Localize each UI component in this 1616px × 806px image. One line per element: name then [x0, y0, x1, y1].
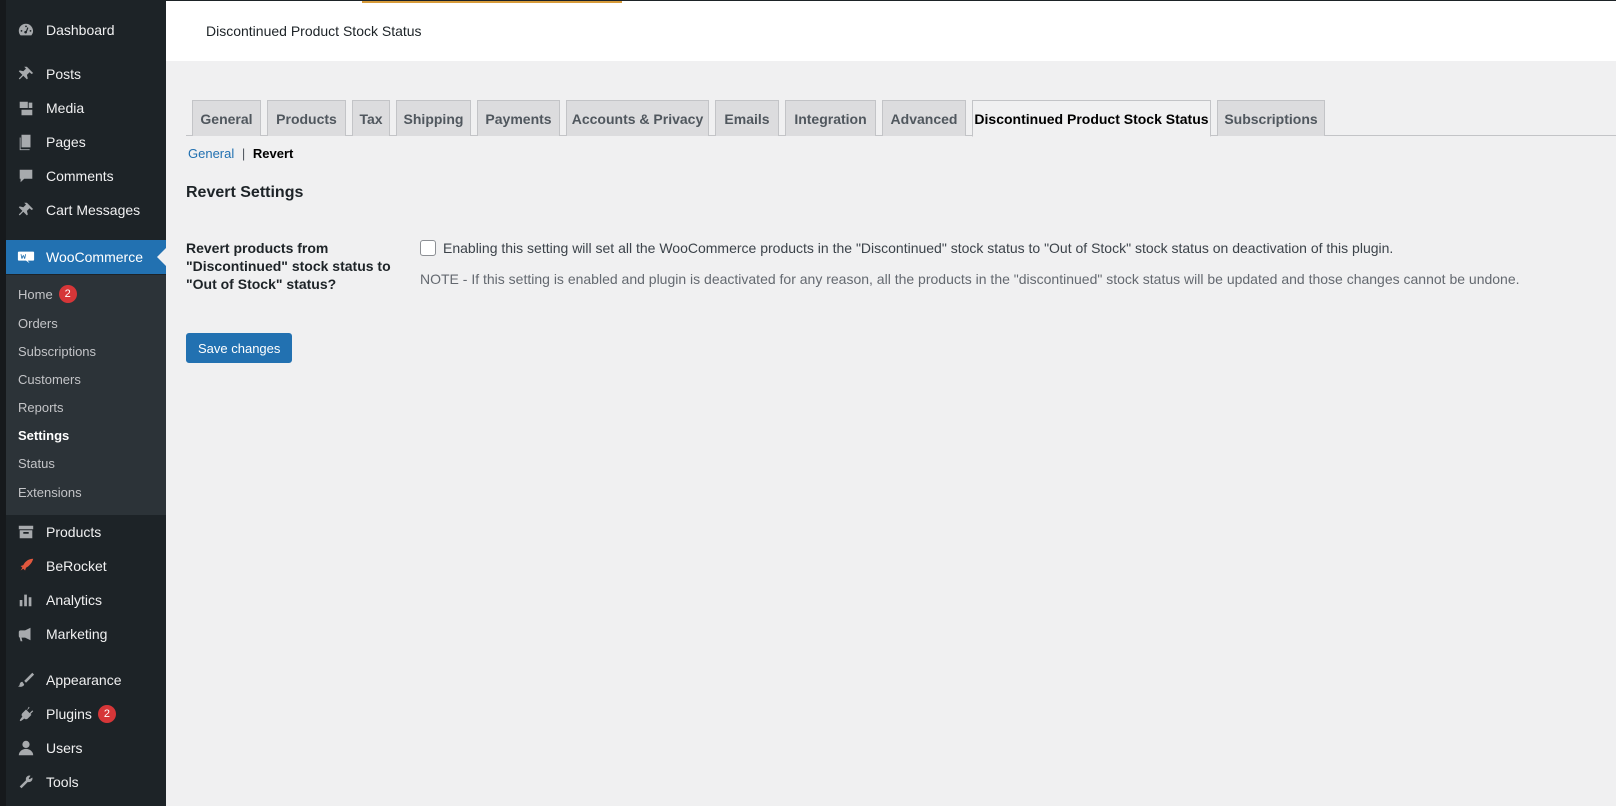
section-subnav: General | Revert: [188, 146, 293, 161]
wrench-icon: [16, 772, 36, 792]
subnav-current: Revert: [252, 146, 294, 161]
tab-payments[interactable]: Payments: [477, 100, 560, 136]
submenu-label-home: Home: [18, 286, 53, 302]
pin-icon: [16, 64, 36, 84]
user-icon: [16, 738, 36, 758]
submenu-item-settings[interactable]: Settings: [18, 424, 69, 446]
bar-chart-icon: [16, 590, 36, 610]
menu-label-analytics: Analytics: [46, 592, 103, 608]
tab-general[interactable]: General: [192, 100, 261, 136]
revert-checkbox-description: Enabling this setting will set all the W…: [443, 240, 1394, 256]
current-arrow: [157, 248, 166, 266]
tab-advanced[interactable]: Advanced: [882, 100, 966, 136]
subnav-general-link[interactable]: General: [188, 146, 234, 161]
save-changes-button[interactable]: Save changes: [186, 333, 293, 363]
tab-shipping[interactable]: Shipping: [396, 100, 471, 136]
menu-item-dashboard[interactable]: Dashboard: [6, 13, 166, 47]
submenu-item-customers[interactable]: Customers: [18, 368, 81, 390]
woo-icon: [16, 247, 36, 267]
menu-item-marketing[interactable]: Marketing: [6, 617, 166, 651]
rocket-icon: [16, 556, 36, 576]
menu-item-appearance[interactable]: Appearance: [6, 663, 166, 697]
plugin-icon: [16, 704, 36, 724]
menu-item-users[interactable]: Users: [6, 731, 166, 765]
menu-label-cart-messages: Cart Messages: [46, 202, 141, 218]
settings-tabs: General Products Tax Shipping Payments A…: [186, 100, 1616, 137]
page-header: Discontinued Product Stock Status: [166, 0, 1616, 61]
woocommerce-submenu: [6, 275, 166, 515]
submenu-item-extensions[interactable]: Extensions: [18, 481, 82, 503]
header-accent: [362, 1, 622, 3]
pin-icon: [16, 200, 36, 220]
menu-label-marketing: Marketing: [46, 626, 108, 642]
menu-item-comments[interactable]: Comments: [6, 159, 166, 193]
submenu-item-home[interactable]: Home 2: [18, 283, 77, 305]
menu-item-posts[interactable]: Posts: [6, 57, 166, 91]
comments-icon: [16, 166, 36, 186]
section-title: Revert Settings: [186, 184, 304, 201]
menu-item-analytics[interactable]: Analytics: [6, 583, 166, 617]
menu-label-berocket: BeRocket: [46, 558, 107, 574]
page-title: Discontinued Product Stock Status: [206, 23, 422, 39]
revert-note: NOTE - If this setting is enabled and pl…: [420, 271, 1520, 287]
menu-label-pages: Pages: [46, 134, 86, 150]
menu-label-woocommerce: WooCommerce: [46, 249, 143, 265]
tab-emails[interactable]: Emails: [715, 100, 779, 136]
menu-label-appearance: Appearance: [46, 672, 122, 688]
menu-label-dashboard: Dashboard: [46, 22, 115, 38]
tab-products[interactable]: Products: [267, 100, 346, 136]
revert-checkbox[interactable]: [420, 240, 436, 256]
menu-item-products[interactable]: Products: [6, 515, 166, 549]
menu-label-media: Media: [46, 100, 85, 116]
home-badge: 2: [58, 285, 77, 303]
pages-icon: [16, 132, 36, 152]
revert-field-label: Revert products from "Discontinued" stoc…: [186, 240, 391, 292]
menu-label-plugins: Plugins: [46, 706, 92, 722]
megaphone-icon: [16, 624, 36, 644]
dashboard-icon: [16, 20, 36, 40]
archive-icon: [16, 522, 36, 542]
menu-label-posts: Posts: [46, 66, 82, 82]
menu-item-woocommerce[interactable]: WooCommerce: [6, 240, 166, 274]
submenu-item-orders[interactable]: Orders: [18, 312, 58, 334]
admin-menu: Dashboard Posts Media Pages Comments Car…: [0, 0, 166, 806]
menu-label-users: Users: [46, 740, 83, 756]
tab-tax[interactable]: Tax: [352, 100, 390, 136]
tab-accounts-privacy[interactable]: Accounts & Privacy: [566, 100, 709, 136]
brush-icon: [16, 670, 36, 690]
menu-item-tools[interactable]: Tools: [6, 765, 166, 799]
tab-discontinued-product-stock-status[interactable]: Discontinued Product Stock Status: [972, 100, 1211, 137]
subnav-separator: |: [241, 146, 246, 161]
submenu-item-subscriptions[interactable]: Subscriptions: [18, 340, 96, 362]
menu-label-tools: Tools: [46, 774, 79, 790]
menu-item-plugins[interactable]: Plugins 2: [6, 697, 166, 731]
tab-subscriptions[interactable]: Subscriptions: [1217, 100, 1325, 136]
menu-label-comments: Comments: [46, 168, 114, 184]
tab-integration[interactable]: Integration: [785, 100, 876, 136]
submenu-item-status[interactable]: Status: [18, 452, 55, 474]
menu-item-pages[interactable]: Pages: [6, 125, 166, 159]
menu-item-cart-messages[interactable]: Cart Messages: [6, 193, 166, 227]
menu-item-berocket[interactable]: BeRocket: [6, 549, 166, 583]
submenu-item-reports[interactable]: Reports: [18, 396, 64, 418]
media-icon: [16, 98, 36, 118]
plugins-badge: 2: [97, 705, 116, 723]
menu-item-media[interactable]: Media: [6, 91, 166, 125]
menu-label-products: Products: [46, 524, 102, 540]
